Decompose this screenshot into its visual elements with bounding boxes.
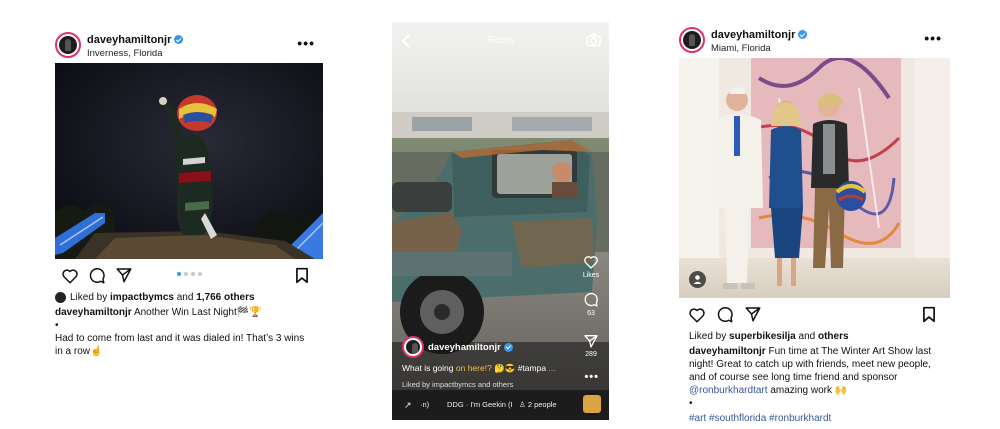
more-options-button[interactable]: ••• [924,31,942,45]
verified-badge-icon [174,35,184,45]
caption-hashtags[interactable]: #art #southflorida #ronburkhardt [679,412,950,425]
reel-likes-label: Likes [582,272,600,279]
liked-by-user[interactable]: impactbymcs [110,291,174,304]
audio-arrow-icon: ↗ [404,400,412,410]
racer-victory-photo [55,63,323,259]
post-card-inverness: daveyhamiltonjr Inverness, Florida ••• L… [55,27,323,358]
liked-by-user[interactable]: superbikesilja [729,331,796,342]
reel-audio-bar: ↗ ·n) DDG · I'm Geekin (I ♙ 2 people [392,390,609,420]
reel-more-options-button[interactable]: ••• [584,371,599,383]
reels-title: Reels [487,35,514,46]
post-caption: daveyhamiltonjr Fun time at The Winter A… [679,345,950,397]
bookmark-icon[interactable] [922,306,936,323]
avatar[interactable] [402,336,424,358]
share-icon[interactable] [115,266,133,284]
people-tag[interactable]: ♙ 2 people [519,400,557,409]
post-actions-bar [55,259,323,291]
liked-by-and: and [176,292,194,303]
caption-separator: • [55,320,59,331]
post-username[interactable]: daveyhamiltonjr [87,34,171,46]
art-show-group-photo [679,58,950,298]
reel-like-group[interactable]: Likes [581,254,601,279]
liked-by-and: and [798,331,816,342]
avatar[interactable] [679,27,705,53]
carousel-dot [177,272,181,276]
liker-avatar [55,292,66,303]
post-username[interactable]: daveyhamiltonjr [711,29,795,41]
camera-icon[interactable] [586,33,601,47]
caption-body: Had to come from last and it was dialed … [55,333,305,357]
post-location[interactable]: Inverness, Florida [87,48,183,60]
reel-liked-suffix: and others [477,380,514,389]
reel-liked-prefix: Liked by [402,380,430,389]
reel-liked-by: Liked by impactbymcs and others [402,380,513,389]
verified-badge-icon [798,30,808,40]
post-actions-bar [679,298,950,330]
post-caption: daveyhamiltonjr Another Win Last Night🏁🏆 [55,306,323,319]
avatar[interactable] [55,32,81,58]
caption-username[interactable]: daveyhamiltonjr [689,346,766,357]
caption-mention-link[interactable]: @ronburkhardtart [689,385,768,396]
reel-author[interactable]: daveyhamiltonjr [402,336,513,358]
carousel-dot [191,272,195,276]
audio-fragment: ·n) [420,400,430,409]
verified-badge-icon [503,342,513,352]
likes-count[interactable]: others [818,331,849,342]
reel-caption-more[interactable]: ... [548,363,555,373]
post-card-miami: daveyhamiltonjr Miami, Florida ••• Liked… [679,22,950,425]
caption-username[interactable]: daveyhamiltonjr [55,307,132,318]
likes-summary: Liked by superbikesilja and others [679,330,950,343]
reel-share-group[interactable]: 289 [581,333,601,358]
comment-icon[interactable] [583,292,599,308]
reel-top-bar: Reels [392,32,609,52]
reel-username[interactable]: daveyhamiltonjr [428,342,501,353]
caption-separator: • [689,398,693,409]
likes-count[interactable]: 1,766 others [196,291,254,304]
reel-comment-count: 63 [587,310,595,317]
post-header: daveyhamiltonjr Inverness, Florida ••• [55,27,323,63]
comment-icon[interactable] [716,306,734,324]
post-header: daveyhamiltonjr Miami, Florida ••• [679,22,950,58]
comment-icon[interactable] [88,267,106,285]
heart-icon[interactable] [688,306,706,324]
reel-player[interactable]: Reels Likes 63 289 daveyhamiltonjr What … [392,22,609,420]
share-icon[interactable] [583,333,599,349]
carousel-dot [184,272,188,276]
liked-by-prefix: Liked by [70,292,108,303]
carousel-dot [198,272,202,276]
caption-after: amazing work 🙌 [770,385,848,396]
heart-icon[interactable] [61,267,79,285]
reel-caption-hashtag[interactable]: #tampa [518,363,546,373]
post-photo-racing[interactable] [55,63,323,259]
audio-cover-thumbnail[interactable] [583,395,601,413]
likes-summary: Liked by impactbymcs and 1,766 others [55,291,323,304]
people-tag-label: 2 people [527,400,557,409]
reel-video-frame [392,22,609,420]
reel-share-count: 289 [585,351,597,358]
bookmark-icon[interactable] [295,267,309,284]
liked-by-prefix: Liked by [689,331,727,342]
caption-text: Another Win Last Night🏁🏆 [133,307,262,318]
reel-comment-group[interactable]: 63 [581,292,601,317]
share-icon[interactable] [744,305,762,323]
reel-caption-start: What is going [402,363,454,373]
reel-caption[interactable]: What is going on here!? 🤔😎 #tampa ... [402,363,556,374]
carousel-indicator [177,272,202,276]
audio-track-name[interactable]: DDG · I'm Geekin (I [447,400,513,409]
post-photo-art-show[interactable] [679,58,950,298]
heart-icon[interactable] [583,254,599,270]
reel-caption-highlight: on here!? [455,363,492,373]
tagged-users-icon[interactable] [689,271,706,288]
post-location[interactable]: Miami, Florida [711,43,807,55]
reel-liked-user[interactable]: impactbymcs [432,380,476,389]
more-options-button[interactable]: ••• [297,36,315,50]
reel-caption-emoji: 🤔😎 [494,363,516,373]
